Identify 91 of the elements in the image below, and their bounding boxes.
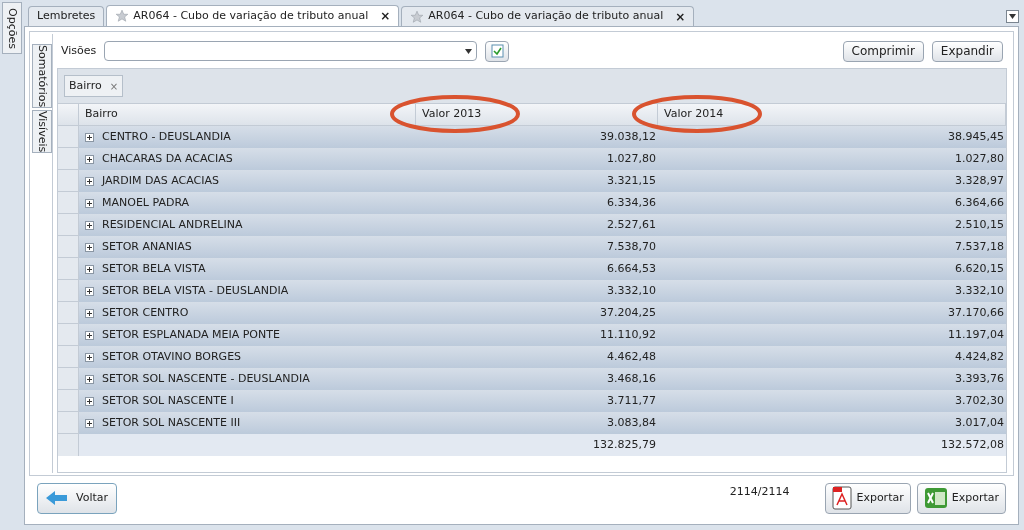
table-cell-text: JARDIM DAS ACACIAS xyxy=(102,172,219,189)
table-cell-text: SETOR ESPLANADA MEIA PONTE xyxy=(102,326,280,343)
table-cell-text: 3.468,16 xyxy=(607,370,656,387)
expand-row-icon[interactable] xyxy=(85,418,94,428)
table-cell-text: 11.110,92 xyxy=(600,326,656,343)
left-arrow-icon xyxy=(46,490,68,506)
group-field-chip[interactable]: Bairro × xyxy=(64,75,124,97)
table-cell-text: 1.027,80 xyxy=(607,150,656,167)
expand-row-icon[interactable] xyxy=(85,352,94,362)
tab-label: AR064 - Cubo de variação de tributo anual xyxy=(428,8,664,25)
table-cell-text: 6.334,36 xyxy=(607,194,656,211)
table-cell-text: 6.620,15 xyxy=(955,260,1004,277)
table-cell-text: 3.321,15 xyxy=(607,172,656,189)
table-cell-text: 37.204,25 xyxy=(600,304,656,321)
expand-row-icon[interactable] xyxy=(85,132,94,142)
table-cell-text: 3.328,97 xyxy=(955,172,1004,189)
expand-row-icon[interactable] xyxy=(85,176,94,186)
table-cell-text: 7.537,18 xyxy=(955,238,1004,255)
expand-row-icon[interactable] xyxy=(85,286,94,296)
caret-down-icon xyxy=(1009,14,1016,19)
table-cell-text: 3.332,10 xyxy=(955,282,1004,299)
table-cell-text: SETOR SOL NASCENTE - DEUSLANDIA xyxy=(102,370,310,387)
caret-down-icon xyxy=(465,48,473,54)
column-header[interactable]: Valor 2013 xyxy=(416,104,658,125)
export-button[interactable]: Exportar xyxy=(825,482,911,514)
table-cell-text: CHACARAS DA ACACIAS xyxy=(102,150,233,167)
table-cell-text: 3.702,30 xyxy=(955,392,1004,409)
expand-row-icon[interactable] xyxy=(85,198,94,208)
total-cell-text: 132.572,08 xyxy=(941,436,1004,453)
expand-row-icon[interactable] xyxy=(85,154,94,164)
back-button[interactable]: Voltar xyxy=(37,482,118,514)
table-cell-text: 6.664,53 xyxy=(607,260,656,277)
expand-row-icon[interactable] xyxy=(85,330,94,340)
table-cell-text: 4.424,82 xyxy=(955,348,1004,365)
tab-label: Lembretes xyxy=(37,8,96,25)
star-icon xyxy=(115,9,130,23)
vertical-tab[interactable]: Somatórios xyxy=(32,44,52,109)
table-cell-text: SETOR BELA VISTA - DEUSLANDIA xyxy=(102,282,289,299)
group-field-label: Bairro xyxy=(69,77,102,94)
table-cell-text: SETOR ANANIAS xyxy=(102,238,192,255)
table-cell-text: 2.527,61 xyxy=(607,216,656,233)
table-cell-text: 37.170,66 xyxy=(948,304,1004,321)
close-tab-button[interactable]: × xyxy=(380,7,391,25)
collapse-button[interactable]: Comprimir xyxy=(842,40,924,62)
document-tab[interactable]: Lembretes xyxy=(28,6,105,26)
record-count: 2114/2114 xyxy=(729,484,790,500)
table-cell-text: SETOR CENTRO xyxy=(102,304,189,321)
spreadsheet-icon xyxy=(923,486,948,510)
expand-row-icon[interactable] xyxy=(85,396,94,406)
table-cell-text: SETOR SOL NASCENTE I xyxy=(102,392,234,409)
expand-row-icon[interactable] xyxy=(85,264,94,274)
table-cell-text: 11.197,04 xyxy=(948,326,1004,343)
table-cell-text: MANOEL PADRA xyxy=(102,194,190,211)
table-cell-text: 3.711,77 xyxy=(607,392,656,409)
vertical-tab[interactable]: Visíveis xyxy=(32,110,52,154)
column-header[interactable]: Bairro xyxy=(79,104,416,125)
table-cell-text: 3.332,10 xyxy=(607,282,656,299)
table-cell-text: 3.083,84 xyxy=(607,414,656,431)
star-icon xyxy=(410,9,425,24)
tab-label: AR064 - Cubo de variação de tributo anual xyxy=(133,7,369,24)
expand-row-icon[interactable] xyxy=(85,374,94,384)
close-tab-button[interactable]: × xyxy=(675,7,686,26)
expand-row-icon[interactable] xyxy=(85,220,94,230)
expand-row-icon[interactable] xyxy=(85,242,94,252)
column-header[interactable]: Valor 2014 xyxy=(658,104,1006,125)
pdf-document-icon xyxy=(832,486,853,510)
table-cell-text: CENTRO - DEUSLANDIA xyxy=(102,128,231,145)
document-tab[interactable]: AR064 - Cubo de variação de tributo anual × xyxy=(401,6,695,26)
table-cell-text: 3.017,04 xyxy=(955,414,1004,431)
table-cell-text: 39.038,12 xyxy=(600,128,656,145)
checked-document-icon xyxy=(490,44,504,58)
table-cell-text: SETOR SOL NASCENTE III xyxy=(102,414,241,431)
table-cell-text: RESIDENCIAL ANDRELINA xyxy=(102,216,243,233)
table-cell-text: 6.364,66 xyxy=(955,194,1004,211)
expand-button[interactable]: Expandir xyxy=(931,40,1003,62)
tab-list-dropdown-button[interactable] xyxy=(1006,10,1019,23)
export-button[interactable]: Exportar xyxy=(916,482,1006,514)
views-label: Visões xyxy=(61,42,97,59)
table-cell-text: 3.393,76 xyxy=(955,370,1004,387)
table-cell-text: 2.510,15 xyxy=(955,216,1004,233)
table-cell-text: SETOR OTAVINO BORGES xyxy=(102,348,242,365)
options-side-tab[interactable]: Opções xyxy=(2,2,22,54)
table-cell-text: 1.027,80 xyxy=(955,150,1004,167)
document-tab[interactable]: AR064 - Cubo de variação de tributo anual × xyxy=(106,5,400,26)
table-cell-text: 38.945,45 xyxy=(948,128,1004,145)
remove-group-button[interactable]: × xyxy=(109,78,119,94)
total-cell-text: 132.825,79 xyxy=(593,436,656,453)
expand-row-icon[interactable] xyxy=(85,308,94,318)
table-cell-text: 4.462,48 xyxy=(607,348,656,365)
table-cell-text: SETOR BELA VISTA xyxy=(102,260,206,277)
table-cell-text: 7.538,70 xyxy=(607,238,656,255)
